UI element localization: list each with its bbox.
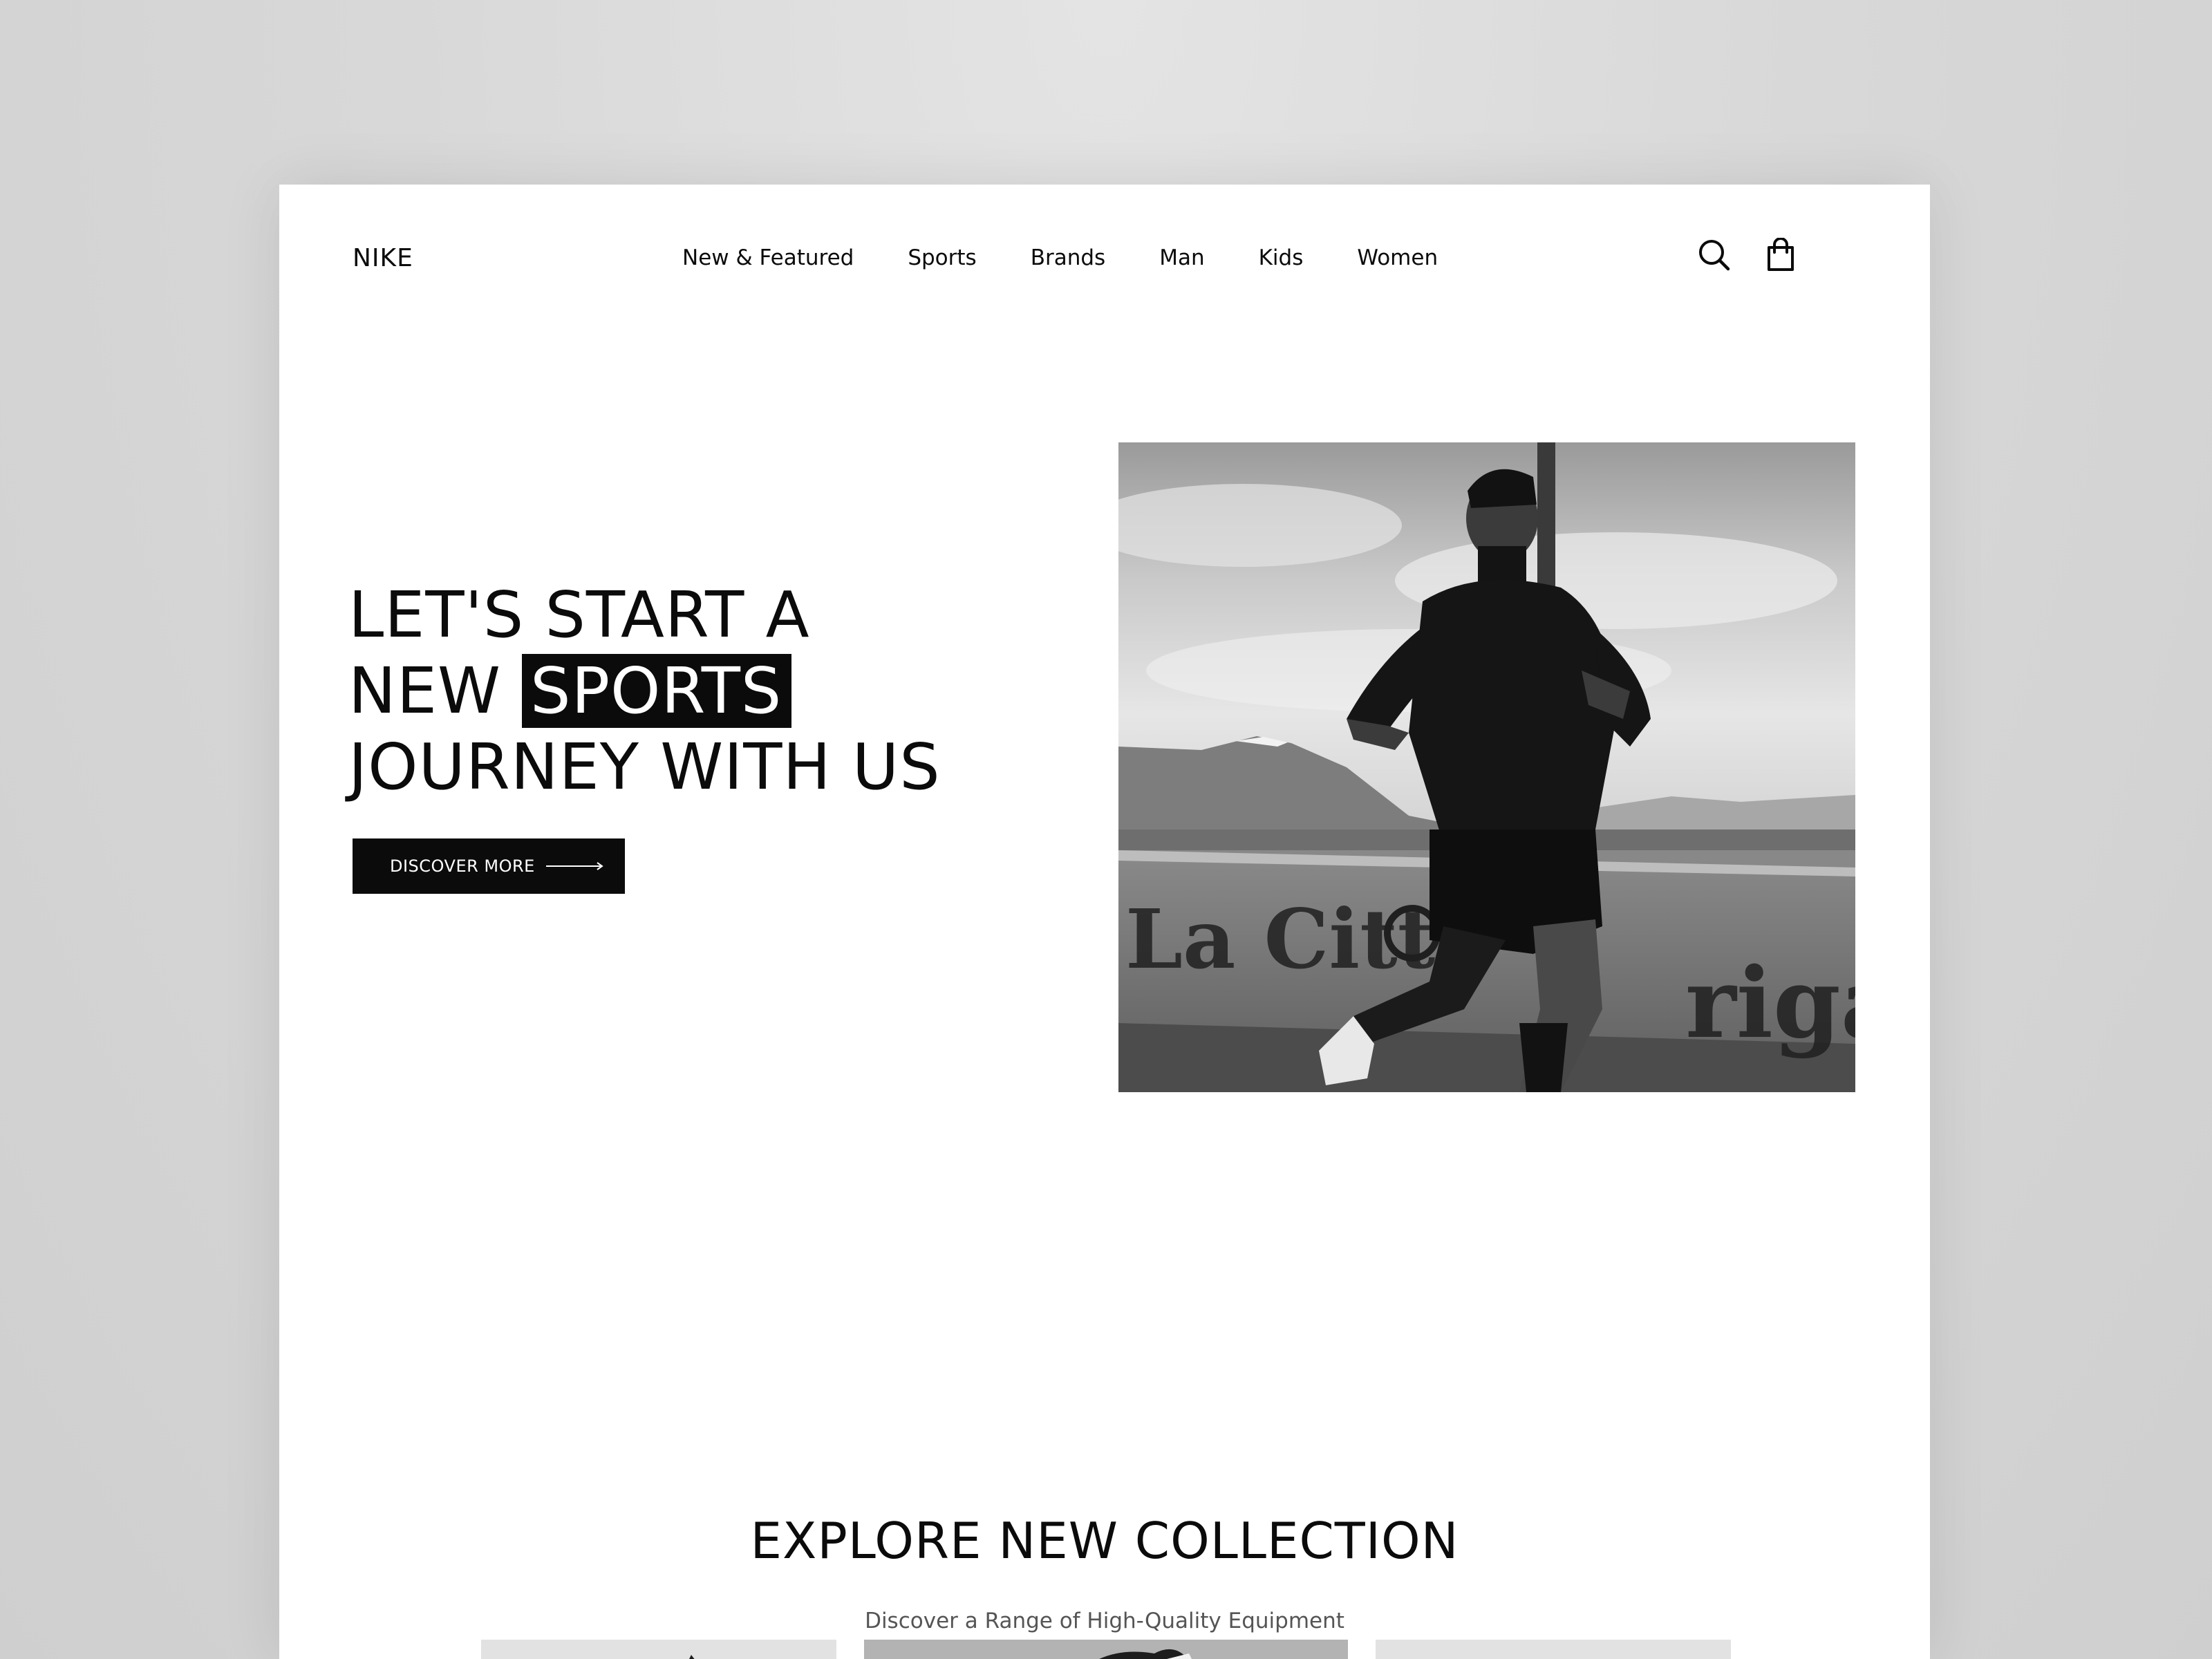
search-icon [1699,240,1730,271]
sneaker-image [689,1655,695,1659]
search-button[interactable] [1696,237,1732,273]
nav-link-sports[interactable]: Sports [908,245,976,270]
sneaker-image [1099,1649,1192,1659]
shopping-bag-icon [1768,238,1794,271]
main-nav: New & Featured Sports Brands Man Kids Wo… [682,245,1438,270]
photo-graffiti-right: riga [1685,947,1855,1060]
brand-logo[interactable]: NIKE [353,244,413,272]
nav-link-man[interactable]: Man [1159,245,1204,270]
product-card-1[interactable] [481,1640,836,1659]
nav-link-new-featured[interactable]: New & Featured [682,245,854,270]
sneaker-image [1376,1640,1731,1659]
nav-link-brands[interactable]: Brands [1031,245,1106,270]
discover-more-button[interactable]: DISCOVER MORE [353,838,625,894]
discover-more-label: DISCOVER MORE [390,856,535,876]
nav-item-kids: Kids [1259,245,1358,270]
hero-headline-highlight: SPORTS [522,654,792,728]
hero-headline-line-2: NEW SPORTS [348,653,941,729]
hero-headline-line-1: LET'S START A [348,578,810,652]
hero-runner-photo: La Citta riga [1118,442,1855,1092]
product-card-2[interactable] [864,1640,1348,1659]
nav-item-women: Women [1357,245,1438,270]
nav-link-women[interactable]: Women [1357,245,1438,270]
landing-page-frame: NIKE New & Featured Sports Brands Man Ki… [279,185,1930,1659]
hero-headline-line-3: JOURNEY WITH US [348,730,941,804]
header-actions [1696,237,1799,273]
nav-item-sports: Sports [908,245,1030,270]
hero-headline-prefix: NEW [348,654,523,728]
product-card-3[interactable] [1376,1640,1731,1659]
collection-subtitle: Discover a Range of High-Quality Equipme… [865,1609,1344,1633]
arrow-right-icon [545,861,604,871]
hero-headline: LET'S START A NEW SPORTS JOURNEY WITH US [348,577,941,805]
nav-item-new-featured: New & Featured [682,245,908,270]
nav-link-kids[interactable]: Kids [1259,245,1304,270]
nav-item-brands: Brands [1031,245,1160,270]
nav-item-man: Man [1159,245,1258,270]
collection-title: EXPLORE NEW COLLECTION [750,1512,1459,1570]
cart-button[interactable] [1763,237,1799,273]
